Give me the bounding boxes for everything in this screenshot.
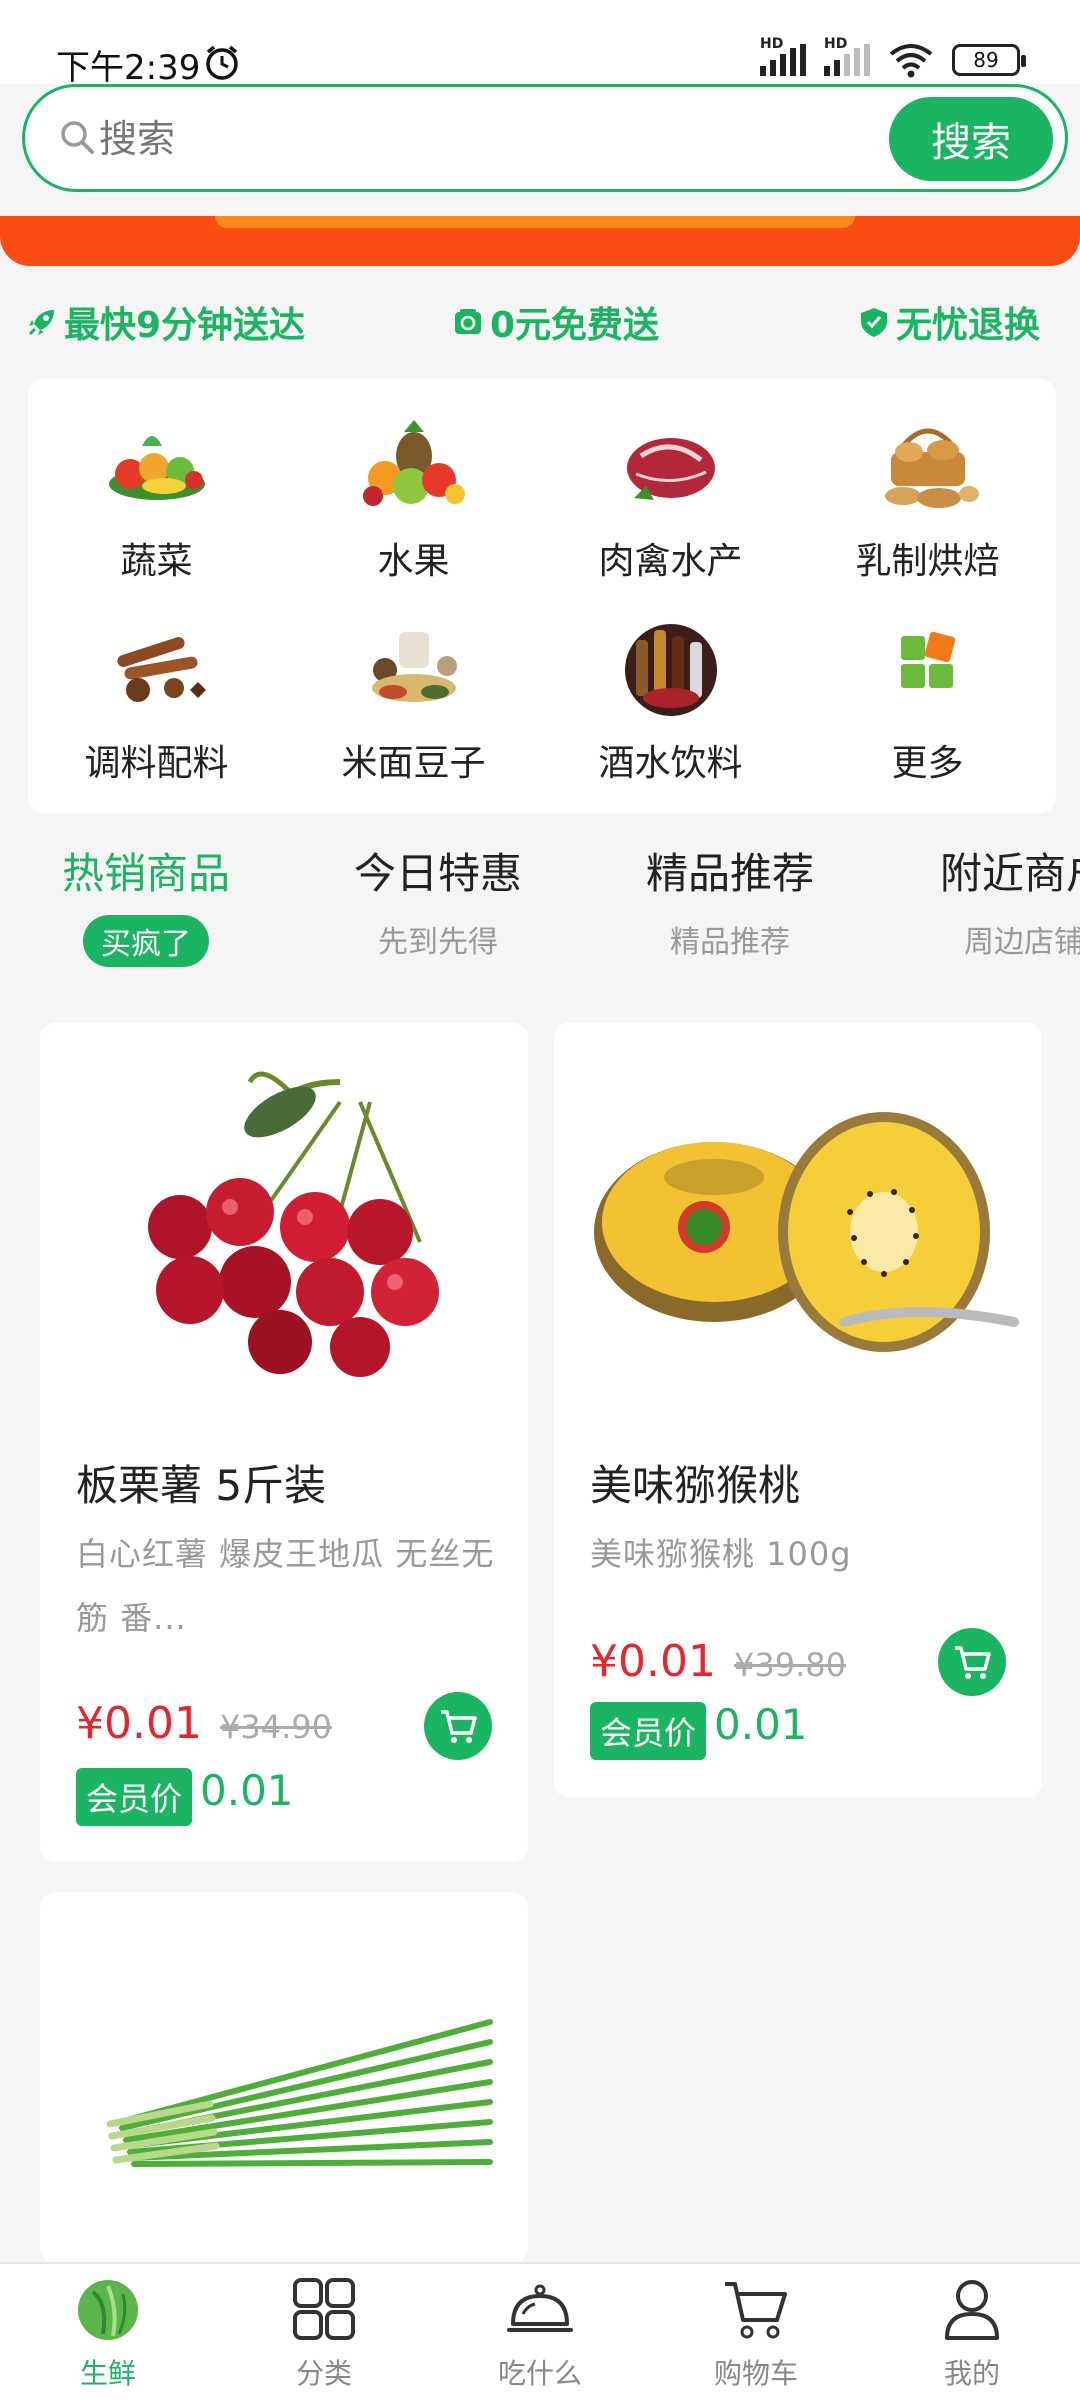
status-time: 下午2:39 (56, 48, 201, 88)
battery-indicator: 89 (952, 44, 1026, 76)
rocket-icon (28, 310, 54, 336)
cell-signal-2-icon: HD (824, 36, 870, 76)
wifi-icon (889, 44, 933, 78)
user-icon (945, 2280, 999, 2340)
cloche-icon (507, 2284, 573, 2332)
cherries-image (148, 1071, 439, 1377)
promo-fast-delivery: 最快9分钟送达 (26, 296, 305, 348)
status-indicators: HD HD 89 (760, 36, 1026, 80)
search-icon (61, 121, 94, 154)
product-title: 美味猕猴桃 (590, 1461, 801, 1510)
nav-categories[interactable]: 分类 (216, 2274, 432, 2392)
category-spices[interactable]: 调料配料 (28, 618, 285, 786)
vegetables-image (108, 436, 205, 500)
category-drinks[interactable]: 酒水饮料 (542, 618, 799, 786)
cart-icon (955, 1646, 991, 1679)
add-to-cart-button[interactable] (424, 1692, 492, 1760)
product-card[interactable]: 美味猕猴桃 美味猕猴桃 100g ¥0.01 ¥39.80 会员价 0.01 (554, 1022, 1042, 1798)
drinks-image (624, 624, 717, 716)
product-price: ¥0.01 (590, 1636, 716, 1687)
nav-cart[interactable]: 购物车 (648, 2274, 864, 2392)
nav-fresh[interactable]: 生鲜 (0, 2274, 216, 2392)
member-price: 0.01 (714, 1700, 808, 1749)
cabbage-icon (78, 2280, 138, 2340)
category-fruits[interactable]: 水果 (285, 416, 542, 584)
add-to-cart-button[interactable] (938, 1628, 1006, 1696)
search-bar: 搜索 (22, 84, 1068, 192)
product-tabs: 热销商品 买疯了 今日特惠 先到先得 精品推荐 精品推荐 附近商户 周边店铺 (0, 840, 1080, 980)
member-price: 0.01 (200, 1766, 294, 1815)
promo-easy-return: 无忧退换 (858, 296, 1040, 348)
category-grains[interactable]: 米面豆子 (285, 618, 542, 786)
original-price: ¥34.90 (220, 1708, 332, 1746)
original-price: ¥39.80 (734, 1646, 846, 1684)
cell-signal-icon: HD (760, 36, 806, 76)
tab-daily-deals[interactable]: 今日特惠 先到先得 (346, 840, 530, 961)
category-meat-seafood[interactable]: 肉禽水产 (542, 416, 799, 584)
more-icon (900, 631, 955, 688)
search-input[interactable] (99, 111, 799, 167)
member-tag: 会员价 (76, 1768, 193, 1826)
member-tag: 会员价 (590, 1702, 707, 1760)
bakery-image (884, 428, 979, 508)
spices-image (116, 637, 206, 702)
nav-what-to-eat[interactable]: 吃什么 (432, 2274, 648, 2392)
fruits-image (362, 420, 465, 506)
alarm-clock-icon (206, 45, 238, 80)
nav-profile[interactable]: 我的 (864, 2274, 1080, 2392)
search-button[interactable]: 搜索 (889, 97, 1053, 181)
bottom-navigation: 生鲜 分类 吃什么 购物车 我的 (0, 2262, 1080, 2400)
product-description: 美味猕猴桃 100g (590, 1535, 852, 1573)
cart-icon (725, 2282, 787, 2339)
golden-kiwi-image (594, 1112, 1019, 1352)
product-title: 板栗薯 5斤装 (76, 1461, 327, 1510)
wallet-icon (455, 309, 481, 334)
grid-icon (293, 2278, 355, 2340)
grains-image (371, 632, 457, 702)
hot-badge: 买疯了 (83, 915, 209, 967)
promo-banner[interactable] (0, 216, 1080, 266)
service-promos: 最快9分钟送达 0元免费送 无忧退换 (0, 296, 1080, 350)
tab-nearby-shops[interactable]: 附近商户 周边店铺 (932, 840, 1080, 961)
promo-free-delivery: 0元免费送 (452, 296, 659, 348)
product-card[interactable]: 板栗薯 5斤装 白心红薯 爆皮王地瓜 无丝无筋 番... ¥0.01 ¥34.9… (40, 1022, 528, 1862)
tab-recommended[interactable]: 精品推荐 精品推荐 (638, 840, 822, 961)
shield-check-icon (861, 308, 887, 337)
chives-image (106, 2019, 493, 2167)
category-grid: 蔬菜 水果 肉禽水产 乳制烘焙 调料配料 米面豆子 酒水饮料 更多 (28, 378, 1056, 814)
category-more[interactable]: 更多 (799, 618, 1056, 786)
category-vegetables[interactable]: 蔬菜 (28, 416, 285, 584)
cart-icon (441, 1710, 477, 1743)
category-dairy-bakery[interactable]: 乳制烘焙 (799, 416, 1056, 584)
product-card[interactable] (40, 1892, 528, 2264)
product-price: ¥0.01 (76, 1698, 202, 1749)
tab-hot-sales[interactable]: 热销商品 买疯了 (54, 840, 238, 967)
product-description: 白心红薯 爆皮王地瓜 无丝无筋 番... (76, 1535, 495, 1637)
meat-image (626, 438, 715, 500)
status-bar: 下午2:39 HD HD 89 (0, 0, 1080, 88)
